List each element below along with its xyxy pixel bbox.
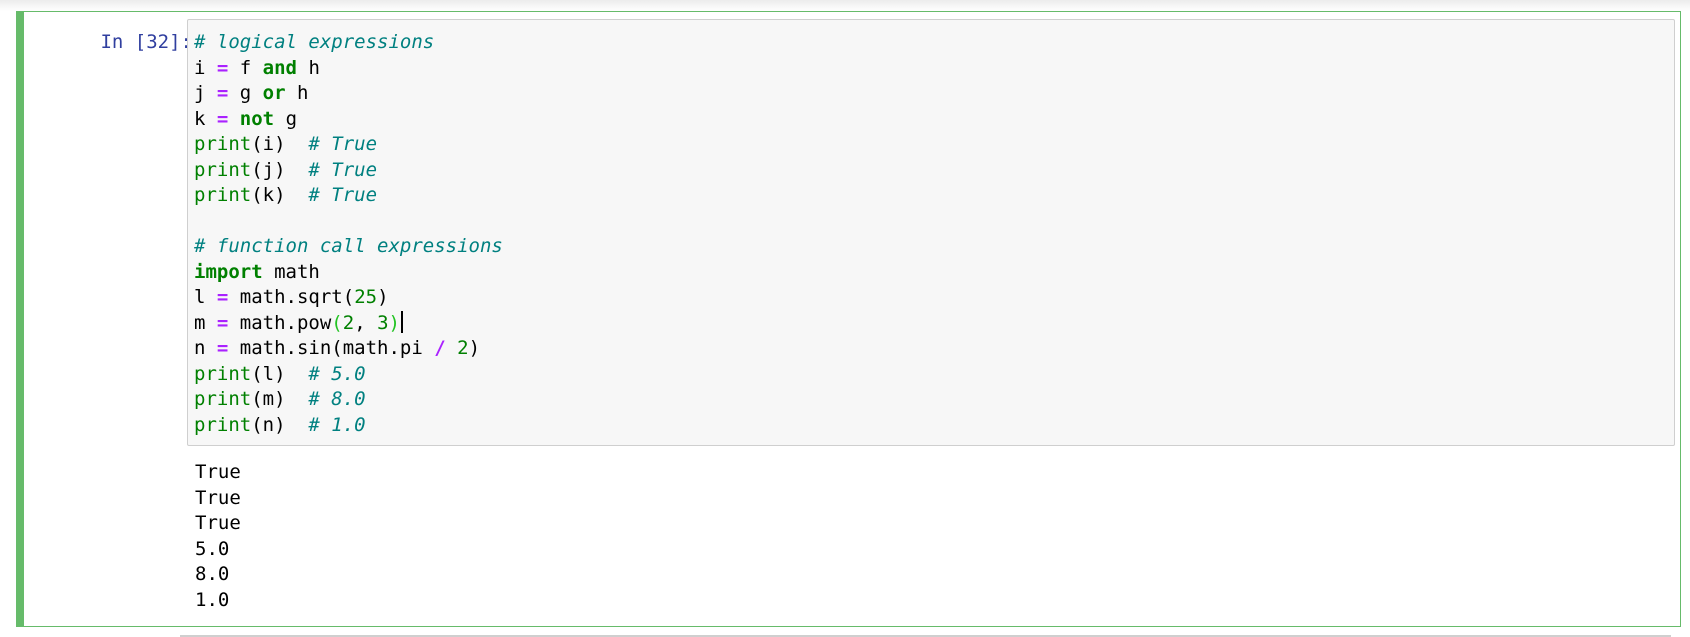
code-comment: # 8.0 bbox=[308, 388, 366, 410]
code-cell-selected[interactable]: In [32]: # logical expressions i = f and … bbox=[16, 11, 1681, 627]
code-line[interactable]: n = math.sin(math.pi / 2) bbox=[194, 336, 503, 362]
input-prompt: In [32]: bbox=[100, 31, 192, 53]
notebook-top-shadow bbox=[0, 0, 1690, 11]
code-token: math.pow bbox=[228, 311, 332, 334]
code-token: l bbox=[194, 286, 217, 308]
code-comment: # True bbox=[308, 133, 378, 155]
cell-output: True True True 5.0 8.0 1.0 bbox=[195, 460, 241, 613]
code-number: 2 bbox=[342, 311, 355, 334]
code-token: i bbox=[194, 56, 217, 79]
code-token: (l) bbox=[251, 362, 309, 385]
code-token: m bbox=[194, 311, 217, 334]
code-line[interactable]: m = math.pow(2, 3) bbox=[194, 310, 503, 337]
code-comment: # True bbox=[308, 184, 378, 206]
code-token: math.sin(math.pi bbox=[228, 337, 435, 359]
code-builtin: print bbox=[194, 158, 252, 181]
code-number: 2 bbox=[457, 337, 469, 359]
code-keyword: and bbox=[262, 56, 297, 79]
code-operator: = bbox=[216, 286, 229, 308]
code-operator: / bbox=[434, 337, 446, 359]
code-token: (n) bbox=[251, 413, 309, 436]
code-line[interactable]: print(l) # 5.0 bbox=[194, 362, 503, 388]
code-token: n bbox=[194, 337, 217, 359]
output-line: True bbox=[195, 461, 241, 483]
code-line[interactable]: # function call expressions bbox=[194, 234, 503, 260]
code-operator: = bbox=[216, 337, 229, 359]
code-token: g bbox=[228, 82, 263, 104]
output-line: True bbox=[195, 486, 241, 509]
code-token: math bbox=[262, 260, 320, 283]
code-token: g bbox=[274, 107, 298, 130]
code-line[interactable]: i = f and h bbox=[194, 56, 503, 82]
code-builtin: print bbox=[194, 362, 252, 385]
code-token: h bbox=[285, 82, 309, 104]
code-token: math.sqrt( bbox=[228, 286, 355, 308]
code-operator: = bbox=[216, 107, 229, 130]
code-token: f bbox=[228, 56, 263, 79]
code-builtin: print bbox=[194, 133, 252, 155]
code-line[interactable]: import math bbox=[194, 260, 503, 286]
code-number: 3 bbox=[377, 311, 389, 334]
code-matched-bracket: ( bbox=[331, 311, 343, 334]
code-line[interactable]: l = math.sqrt(25) bbox=[194, 285, 503, 311]
code-token: j bbox=[194, 82, 217, 104]
code-token: k bbox=[194, 107, 217, 130]
code-line[interactable]: k = not g bbox=[194, 107, 503, 133]
code-editor[interactable]: # logical expressions i = f and hj = g or… bbox=[187, 19, 1675, 446]
code-comment: # True bbox=[308, 158, 378, 181]
code-keyword: import bbox=[194, 260, 263, 283]
code-token: (j) bbox=[251, 158, 309, 181]
code-line[interactable]: print(k) # True bbox=[194, 183, 503, 209]
code-operator: = bbox=[216, 82, 229, 104]
code-keyword: or bbox=[262, 82, 286, 104]
text-cursor bbox=[401, 310, 403, 333]
code-token: ) bbox=[468, 337, 481, 359]
code-line[interactable]: print(n) # 1.0 bbox=[194, 413, 503, 439]
code-line[interactable]: # logical expressions bbox=[194, 30, 503, 56]
code-token: (k) bbox=[251, 184, 309, 206]
code-line[interactable]: print(m) # 8.0 bbox=[194, 387, 503, 413]
code-matched-bracket: ) bbox=[388, 311, 400, 334]
output-line: 1.0 bbox=[195, 588, 230, 611]
code-token: , bbox=[354, 311, 378, 334]
code-token: (i) bbox=[251, 133, 309, 155]
code-builtin: print bbox=[194, 388, 252, 410]
code-token: (m) bbox=[251, 388, 309, 410]
code-operator: = bbox=[216, 56, 229, 79]
output-line: 5.0 bbox=[195, 537, 230, 560]
code-keyword: not bbox=[239, 107, 275, 130]
code-operator: = bbox=[216, 311, 229, 334]
code-token: ) bbox=[377, 286, 389, 308]
code-line[interactable]: j = g or h bbox=[194, 81, 503, 107]
output-line: 8.0 bbox=[195, 563, 230, 585]
code-comment: # 1.0 bbox=[308, 413, 366, 436]
code-line[interactable]: print(j) # True bbox=[194, 158, 503, 184]
code-line[interactable]: print(i) # True bbox=[194, 132, 503, 158]
code-line[interactable] bbox=[194, 209, 503, 235]
code-number: 25 bbox=[354, 286, 378, 308]
code-builtin: print bbox=[194, 184, 252, 206]
code-comment: # 5.0 bbox=[308, 362, 366, 385]
code-comment: # function call expressions bbox=[194, 235, 503, 257]
code-builtin: print bbox=[194, 413, 252, 436]
output-line: True bbox=[195, 512, 241, 534]
code-comment: # logical expressions bbox=[194, 31, 435, 53]
code-content[interactable]: # logical expressions i = f and hj = g or… bbox=[194, 30, 503, 438]
code-token: h bbox=[297, 56, 320, 79]
